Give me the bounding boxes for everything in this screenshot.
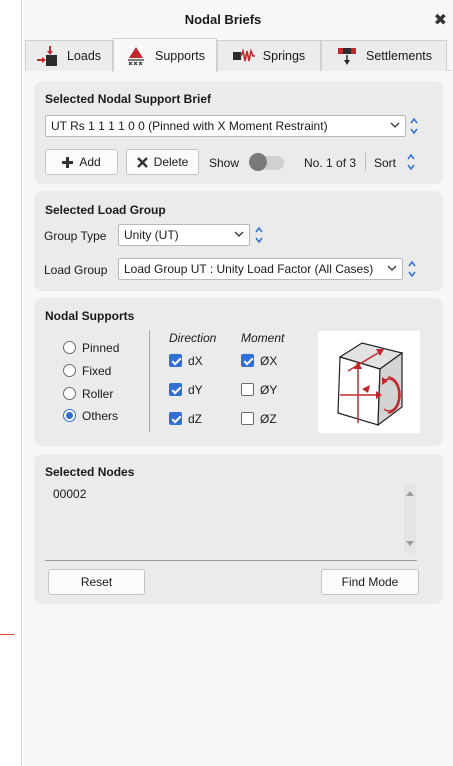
left-canvas-edge <box>0 0 22 766</box>
checkbox-rx[interactable] <box>241 354 254 367</box>
group-type-spinner-icon[interactable] <box>254 224 264 246</box>
springs-icon <box>232 48 255 62</box>
canvas-red-marker <box>0 634 14 635</box>
nodal-briefs-panel: Nodal Briefs ✖ Loads Supports Springs Se… <box>23 0 453 766</box>
load-group-spinner-icon[interactable] <box>407 258 417 280</box>
delete-x-icon <box>136 156 148 168</box>
brief-counter: No. 1 of 3 <box>304 156 357 170</box>
support-brief-card: Selected Nodal Support Brief UT Rs 1 1 1… <box>34 81 443 184</box>
reset-button[interactable]: Reset <box>48 569 145 595</box>
show-toggle[interactable] <box>249 153 284 171</box>
tab-settlements[interactable]: Settlements <box>321 40 447 71</box>
add-brief-button[interactable]: Add <box>45 149 118 175</box>
nodes-scrollbar[interactable] <box>404 483 416 553</box>
checkbox-ry[interactable] <box>241 383 254 396</box>
counter-divider <box>365 153 366 171</box>
checkbox-dy[interactable] <box>169 383 182 396</box>
supports-icon <box>127 46 144 65</box>
nodes-divider <box>45 560 417 561</box>
checkbox-dz[interactable] <box>169 412 182 425</box>
settlements-icon <box>337 48 356 65</box>
sort-label: Sort <box>374 156 397 170</box>
delete-brief-label: Delete <box>153 155 189 169</box>
checkbox-rz-label: ØZ <box>260 412 277 426</box>
tab-springs-label: Springs <box>262 49 306 63</box>
add-brief-label: Add <box>79 155 101 169</box>
plus-icon <box>62 156 74 168</box>
chevron-down-icon <box>390 122 400 128</box>
load-group-label: Load Group <box>44 263 108 277</box>
show-label: Show <box>209 156 240 170</box>
radio-others-label: Others <box>82 409 119 423</box>
brief-spinner-icon[interactable] <box>409 115 419 137</box>
panel-titlebar: Nodal Briefs ✖ <box>23 0 453 38</box>
delete-brief-button[interactable]: Delete <box>126 149 199 175</box>
tab-springs[interactable]: Springs <box>217 40 321 71</box>
tab-bar: Loads Supports Springs Settlements <box>25 38 451 72</box>
tab-loads[interactable]: Loads <box>25 40 113 71</box>
chevron-down-icon <box>234 231 244 237</box>
checkbox-dx-label: dX <box>188 354 203 368</box>
load-group-card: Selected Load Group Group Type Unity (UT… <box>34 191 443 291</box>
support-cube-icon <box>318 331 420 433</box>
selected-nodes-list[interactable]: 00002 <box>45 483 417 553</box>
panel-title: Nodal Briefs <box>184 12 262 27</box>
support-brief-select[interactable]: UT Rs 1 1 1 1 0 0 (Pinned with X Moment … <box>45 115 406 137</box>
find-mode-label: Find Mode <box>341 575 399 589</box>
radio-fixed[interactable] <box>63 364 76 377</box>
checkbox-dy-label: dY <box>188 383 203 397</box>
direction-header: Direction <box>169 331 217 345</box>
radio-others[interactable] <box>63 409 76 422</box>
sort-spinner-icon[interactable] <box>406 151 416 173</box>
load-group-value: Load Group UT : Unity Load Factor (All C… <box>124 262 374 276</box>
checkbox-ry-label: ØY <box>260 383 278 397</box>
tab-loads-label: Loads <box>66 49 102 63</box>
nodal-supports-card: Nodal Supports Pinned Fixed Roller Other… <box>34 298 443 446</box>
scroll-up-icon[interactable] <box>404 488 416 500</box>
radio-fixed-label: Fixed <box>82 364 112 378</box>
reset-label: Reset <box>80 575 113 589</box>
list-item: 00002 <box>53 487 87 501</box>
scroll-down-icon[interactable] <box>404 537 416 549</box>
moment-header: Moment <box>241 331 285 345</box>
radio-pinned-label: Pinned <box>82 341 120 355</box>
show-toggle-knob <box>249 153 267 171</box>
checkbox-rx-label: ØX <box>260 354 278 368</box>
find-mode-button[interactable]: Find Mode <box>321 569 419 595</box>
load-group-title: Selected Load Group <box>45 203 166 217</box>
tab-supports[interactable]: Supports <box>113 38 217 72</box>
close-icon[interactable]: ✖ <box>434 10 447 30</box>
group-type-value: Unity (UT) <box>124 228 179 242</box>
tab-supports-label: Supports <box>154 48 206 63</box>
load-group-select[interactable]: Load Group UT : Unity Load Factor (All C… <box>118 258 403 280</box>
group-type-select[interactable]: Unity (UT) <box>118 224 250 246</box>
selected-nodes-card: Selected Nodes 00002 Reset Find Mode <box>34 454 443 604</box>
radio-roller[interactable] <box>63 387 76 400</box>
checkbox-rz[interactable] <box>241 412 254 425</box>
checkbox-dz-label: dZ <box>188 412 203 426</box>
supports-divider <box>149 330 150 432</box>
chevron-down-icon <box>387 265 397 271</box>
radio-pinned[interactable] <box>63 341 76 354</box>
support-brief-value: UT Rs 1 1 1 1 0 0 (Pinned with X Moment … <box>51 119 328 133</box>
nodal-supports-title: Nodal Supports <box>45 309 135 323</box>
loads-icon <box>36 46 57 66</box>
support-brief-title: Selected Nodal Support Brief <box>45 92 212 106</box>
radio-roller-label: Roller <box>82 387 114 401</box>
checkbox-dx[interactable] <box>169 354 182 367</box>
group-type-label: Group Type <box>44 229 107 243</box>
tab-settlements-label: Settlements <box>365 49 432 63</box>
selected-nodes-title: Selected Nodes <box>45 465 135 479</box>
